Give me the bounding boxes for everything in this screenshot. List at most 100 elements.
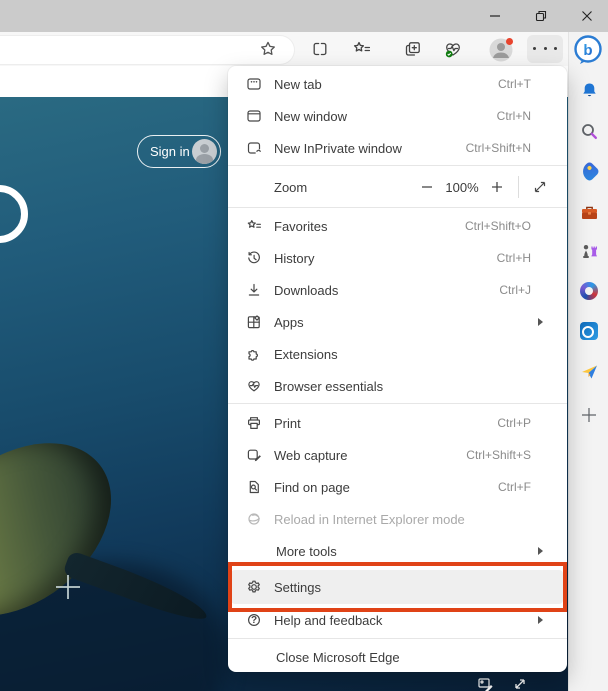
menu-item-label: Close Microsoft Edge bbox=[276, 650, 400, 665]
favorites-star-icon bbox=[246, 218, 262, 234]
find-on-page-icon bbox=[246, 479, 262, 495]
menu-item-label: Downloads bbox=[274, 283, 338, 298]
menu-item-extensions[interactable]: Extensions bbox=[232, 338, 563, 370]
crosshair-cursor bbox=[67, 575, 69, 599]
zoom-in-button[interactable] bbox=[484, 174, 510, 200]
favorite-this-page-button[interactable] bbox=[258, 39, 278, 59]
close-button[interactable] bbox=[564, 0, 608, 32]
menu-item-browser-essentials[interactable]: Browser essentials bbox=[232, 370, 563, 402]
menu-item-help-and-feedback[interactable]: ? Help and feedback bbox=[232, 604, 563, 636]
zoom-value: 100% bbox=[440, 180, 484, 195]
menu-item-more-tools[interactable]: More tools bbox=[232, 535, 563, 567]
menu-item-label: Print bbox=[274, 416, 301, 431]
menu-item-new-inprivate-window[interactable]: New InPrivate window Ctrl+Shift+N bbox=[232, 132, 563, 164]
minimize-button[interactable] bbox=[472, 0, 518, 32]
menu-item-shortcut: Ctrl+P bbox=[497, 416, 531, 430]
sidebar-item-bing-copilot[interactable]: b bbox=[572, 34, 604, 66]
menu-item-label: More tools bbox=[276, 544, 337, 559]
shopping-tag-icon bbox=[578, 160, 599, 181]
toolbox-icon bbox=[580, 203, 599, 222]
sidebar-add-button[interactable] bbox=[578, 404, 600, 426]
submenu-arrow-icon bbox=[538, 616, 543, 624]
sidebar-item-games[interactable] bbox=[578, 240, 600, 262]
menu-separator bbox=[228, 207, 567, 208]
search-icon bbox=[580, 122, 599, 141]
submenu-arrow-icon bbox=[538, 318, 543, 326]
menu-item-shortcut: Ctrl+T bbox=[498, 77, 531, 91]
split-screen-icon bbox=[310, 39, 330, 59]
menu-item-apps[interactable]: Apps bbox=[232, 306, 563, 338]
menu-item-history[interactable]: History Ctrl+H bbox=[232, 242, 563, 274]
zoom-out-button[interactable] bbox=[414, 174, 440, 200]
bell-icon bbox=[580, 82, 599, 101]
sidebar-item-shopping[interactable] bbox=[578, 160, 600, 182]
sidebar-item-notifications[interactable] bbox=[578, 80, 600, 102]
menu-item-find-on-page[interactable]: Find on page Ctrl+F bbox=[232, 471, 563, 503]
svg-text:b: b bbox=[583, 42, 592, 59]
menu-item-close-microsoft-edge[interactable]: Close Microsoft Edge bbox=[232, 641, 563, 673]
menu-item-settings[interactable]: Settings bbox=[232, 571, 563, 603]
partial-logo-ring bbox=[0, 185, 28, 243]
fullscreen-button[interactable] bbox=[527, 174, 553, 200]
menu-item-label: Find on page bbox=[274, 480, 350, 495]
gear-icon bbox=[246, 579, 262, 595]
bing-copilot-icon: b bbox=[572, 34, 604, 66]
favorites-button[interactable] bbox=[352, 39, 372, 59]
address-bar[interactable] bbox=[0, 36, 294, 64]
menu-item-label: New tab bbox=[274, 77, 322, 92]
menu-item-label: Apps bbox=[274, 315, 304, 330]
minimize-icon bbox=[489, 10, 501, 22]
menu-item-shortcut: Ctrl+Shift+N bbox=[466, 141, 531, 155]
menu-item-favorites[interactable]: Favorites Ctrl+Shift+O bbox=[232, 210, 563, 242]
menu-item-label: Favorites bbox=[274, 219, 327, 234]
menu-item-print[interactable]: Print Ctrl+P bbox=[232, 407, 563, 439]
sidebar-item-search[interactable] bbox=[578, 120, 600, 142]
menu-item-label: History bbox=[274, 251, 314, 266]
sidebar-item-drop[interactable] bbox=[578, 360, 600, 382]
favorites-star-icon bbox=[352, 39, 372, 59]
zoom-label: Zoom bbox=[274, 180, 307, 195]
browser-essentials-button[interactable] bbox=[443, 39, 463, 59]
history-clock-icon bbox=[246, 250, 262, 266]
menu-item-downloads[interactable]: Downloads Ctrl+J bbox=[232, 274, 563, 306]
menu-item-new-window[interactable]: New window Ctrl+N bbox=[232, 100, 563, 132]
sidebar-item-tools[interactable] bbox=[578, 201, 600, 223]
menu-separator bbox=[228, 403, 567, 404]
menu-item-label: Browser essentials bbox=[274, 379, 383, 394]
menu-separator bbox=[228, 638, 567, 639]
menu-item-label: Web capture bbox=[274, 448, 347, 463]
close-icon bbox=[581, 10, 593, 22]
menu-item-web-capture[interactable]: Web capture Ctrl+Shift+S bbox=[232, 439, 563, 471]
menu-item-reload-in-ie-mode: Reload in Internet Explorer mode bbox=[232, 503, 563, 535]
menu-item-label: Settings bbox=[274, 580, 321, 595]
collections-button[interactable] bbox=[403, 39, 423, 59]
fullscreen-image-icon[interactable] bbox=[513, 677, 527, 691]
menu-item-shortcut: Ctrl+Shift+O bbox=[465, 219, 531, 233]
menu-separator bbox=[228, 165, 567, 166]
restore-button[interactable] bbox=[518, 0, 564, 32]
chess-pieces-icon bbox=[580, 242, 599, 261]
menu-item-shortcut: Ctrl+N bbox=[497, 109, 531, 123]
sidebar-item-microsoft-365[interactable] bbox=[578, 280, 600, 302]
split-screen-button[interactable] bbox=[310, 39, 330, 59]
menu-item-shortcut: Ctrl+F bbox=[498, 480, 531, 494]
menu-item-shortcut: Ctrl+J bbox=[499, 283, 531, 297]
menu-item-label: New InPrivate window bbox=[274, 141, 402, 156]
heart-pulse-icon bbox=[443, 39, 463, 59]
microsoft-365-icon bbox=[580, 282, 598, 300]
inprivate-icon bbox=[246, 140, 262, 156]
edit-background-icon[interactable] bbox=[478, 677, 493, 691]
menu-item-new-tab[interactable]: New tab Ctrl+T bbox=[232, 68, 563, 100]
menu-item-label: Extensions bbox=[274, 347, 338, 362]
sign-in-button[interactable]: Sign in bbox=[137, 135, 221, 168]
web-capture-icon bbox=[246, 447, 262, 463]
profile-avatar-icon bbox=[488, 37, 514, 63]
profile-button[interactable] bbox=[488, 37, 514, 63]
menu-item-shortcut: Ctrl+H bbox=[497, 251, 531, 265]
sidebar-item-outlook[interactable] bbox=[578, 320, 600, 342]
help-icon: ? bbox=[246, 612, 262, 628]
menu-item-label: Help and feedback bbox=[274, 613, 382, 628]
apps-icon bbox=[246, 314, 262, 330]
star-icon bbox=[258, 39, 278, 59]
submenu-arrow-icon bbox=[538, 547, 543, 555]
